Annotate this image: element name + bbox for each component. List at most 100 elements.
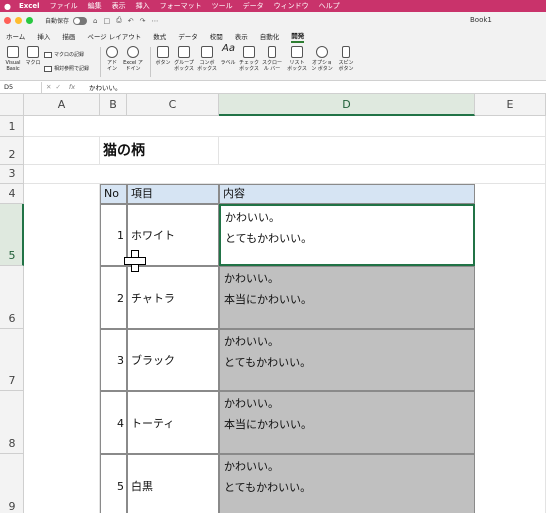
content-line-2: 本当にかわいい。	[224, 418, 312, 431]
tab-insert[interactable]: 挿入	[37, 31, 50, 42]
tab-data[interactable]: データ	[178, 31, 198, 42]
table-cell-content[interactable]: かわいい。 とてもかわいい。	[219, 329, 475, 391]
tab-review[interactable]: 校閲	[210, 31, 223, 42]
menu-file[interactable]: ファイル	[50, 1, 78, 11]
table-cell-item[interactable]: 白黒	[127, 454, 219, 513]
column-header-e[interactable]: E	[475, 94, 546, 116]
tab-draw[interactable]: 描画	[62, 31, 75, 42]
formula-bar: D5 ✕ ✓ fx かわいい。	[0, 81, 546, 94]
control-button[interactable]: ボタン	[154, 46, 172, 66]
menu-view[interactable]: 表示	[112, 1, 126, 11]
undo-icon[interactable]: ↶	[128, 17, 134, 25]
control-label[interactable]: Aa ラベル	[219, 44, 237, 67]
name-box[interactable]: D5	[0, 81, 42, 93]
table-cell-no[interactable]: 5	[100, 454, 127, 513]
cell-d2[interactable]	[219, 137, 546, 165]
menu-insert[interactable]: 挿入	[136, 1, 150, 11]
cell-cursor-icon	[124, 250, 146, 272]
table-cell-no[interactable]: 1	[100, 204, 127, 266]
redo-icon[interactable]: ↷	[140, 17, 146, 25]
tab-developer[interactable]: 開発	[291, 30, 305, 43]
sheet-title-cell[interactable]: 猫の柄	[100, 137, 219, 165]
column-header-d[interactable]: D	[219, 94, 475, 116]
macro-button[interactable]: マクロ	[24, 46, 42, 66]
column-e-cells[interactable]	[475, 184, 546, 513]
ribbon-divider	[100, 47, 101, 77]
table-cell-no[interactable]: 4	[100, 391, 127, 454]
tab-automate[interactable]: 自動化	[260, 31, 280, 42]
apple-icon[interactable]: ●	[4, 2, 11, 11]
table-cell-item[interactable]: チャトラ	[127, 266, 219, 329]
menu-help[interactable]: ヘルプ	[319, 1, 340, 11]
more-icon[interactable]: ⋯	[151, 17, 158, 25]
table-header-item[interactable]: 項目	[127, 184, 219, 204]
addins-icon	[106, 46, 118, 58]
select-all-corner[interactable]	[0, 94, 24, 116]
table-header-no[interactable]: No	[100, 184, 127, 204]
tab-home[interactable]: ホーム	[6, 31, 25, 42]
menu-data[interactable]: データ	[243, 1, 264, 11]
relative-ref-button[interactable]: 相対参照で記録	[44, 65, 89, 72]
row-header-5[interactable]: 5	[0, 204, 24, 266]
table-cell-content[interactable]: かわいい。 とてもかわいい。	[219, 454, 475, 513]
menu-tools[interactable]: ツール	[212, 1, 233, 11]
row-header-9[interactable]: 9	[0, 454, 24, 513]
menu-edit[interactable]: 編集	[88, 1, 102, 11]
table-cell-content[interactable]: かわいい。 本当にかわいい。	[219, 391, 475, 454]
zoom-window-button[interactable]	[26, 17, 33, 24]
table-cell-content-active[interactable]: かわいい。 とてもかわいい。	[219, 204, 475, 266]
column-a-cells[interactable]	[24, 184, 100, 513]
control-checkbox[interactable]: チェック ボックス	[239, 46, 259, 72]
control-combo-box[interactable]: コンボ ボックス	[197, 46, 217, 72]
tab-page-layout[interactable]: ページ レイアウト	[87, 31, 141, 42]
tab-formulas[interactable]: 数式	[153, 31, 166, 42]
column-header-c[interactable]: C	[127, 94, 219, 116]
close-window-button[interactable]	[4, 17, 11, 24]
menu-excel[interactable]: Excel	[19, 2, 40, 10]
cell-a2[interactable]	[24, 137, 100, 165]
row-header-1[interactable]: 1	[0, 116, 24, 137]
content-line-1: かわいい。	[224, 335, 279, 348]
macro-label: マクロ	[25, 60, 41, 66]
table-header-content[interactable]: 内容	[219, 184, 475, 204]
row-header-6[interactable]: 6	[0, 266, 24, 329]
formula-input[interactable]: かわいい。	[89, 82, 122, 92]
column-header-a[interactable]: A	[24, 94, 100, 116]
cancel-icon[interactable]: ✕	[46, 83, 51, 91]
table-cell-no[interactable]: 3	[100, 329, 127, 391]
row-header-4[interactable]: 4	[0, 184, 24, 204]
row-header-2[interactable]: 2	[0, 137, 24, 165]
autosave-toggle[interactable]	[73, 16, 88, 25]
row-header-3[interactable]: 3	[0, 165, 24, 184]
control-button-label: ボタン	[155, 60, 171, 66]
control-spin-button[interactable]: スピン ボタン	[336, 46, 356, 72]
print-icon[interactable]: ⎙	[116, 16, 122, 25]
table-cell-no[interactable]: 2	[100, 266, 127, 329]
save-icon[interactable]: □	[103, 17, 110, 25]
row-1-cells[interactable]	[24, 116, 546, 137]
spin-button-icon	[342, 46, 350, 58]
excel-addins-button[interactable]: Excel アドイン	[122, 46, 144, 72]
function-icon[interactable]: fx	[69, 83, 75, 91]
addins-button[interactable]: アド イン	[104, 46, 120, 72]
confirm-icon[interactable]: ✓	[55, 83, 60, 91]
row-3-cells[interactable]	[24, 165, 546, 184]
tab-view[interactable]: 表示	[235, 31, 248, 42]
home-icon[interactable]: ⌂	[93, 17, 97, 25]
control-listbox[interactable]: リスト ボックス	[287, 46, 307, 72]
menu-window[interactable]: ウィンドウ	[274, 1, 309, 11]
menu-format[interactable]: フォーマット	[160, 1, 202, 11]
row-header-8[interactable]: 8	[0, 391, 24, 454]
column-header-b[interactable]: B	[100, 94, 127, 116]
control-group-box[interactable]: グループ ボックス	[174, 46, 194, 72]
table-cell-item[interactable]: ブラック	[127, 329, 219, 391]
visual-basic-button[interactable]: Visual Basic	[3, 46, 23, 72]
table-cell-item[interactable]: トーティ	[127, 391, 219, 454]
control-group-box-label: グループ ボックス	[174, 60, 194, 72]
table-cell-content[interactable]: かわいい。 本当にかわいい。	[219, 266, 475, 329]
control-scrollbar[interactable]: スクロール バー	[261, 46, 283, 72]
control-option-button[interactable]: オプション ボタン	[310, 46, 334, 72]
record-macro-button[interactable]: マクロの記録	[44, 51, 84, 58]
minimize-window-button[interactable]	[15, 17, 22, 24]
row-header-7[interactable]: 7	[0, 329, 24, 391]
